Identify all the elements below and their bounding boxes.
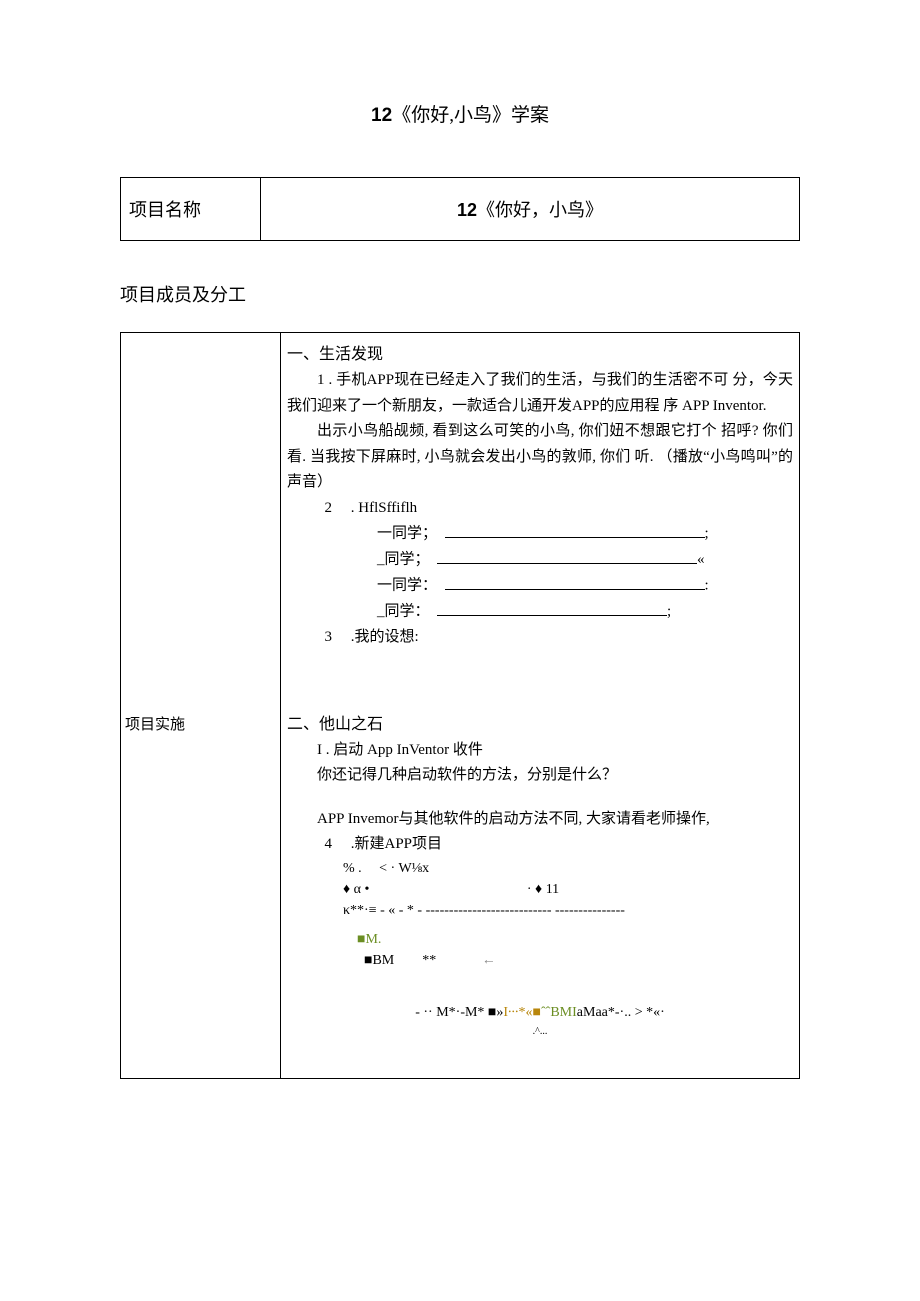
garble-line: ♦ α • · ♦ 11 bbox=[343, 879, 793, 900]
section1-heading: 一、生活发现 bbox=[287, 341, 793, 368]
project-title-num: 12 bbox=[457, 200, 477, 220]
table-row: 项目名称 12《你好，小鸟》 bbox=[121, 178, 800, 241]
project-name-value: 12《你好，小鸟》 bbox=[261, 178, 800, 241]
item3-text: .我的设想: bbox=[351, 629, 419, 645]
item3-num: 3 bbox=[325, 629, 333, 645]
student-line-3: 一同学： : bbox=[287, 573, 793, 599]
fill-blank[interactable] bbox=[437, 547, 697, 564]
student2-end: « bbox=[697, 552, 705, 568]
section2-q1: 你还记得几种启动软件的方法，分别是什么？ bbox=[287, 763, 793, 789]
item4-num: 4 bbox=[325, 836, 333, 852]
student-line-2: _同学； « bbox=[287, 547, 793, 573]
fill-blank[interactable] bbox=[445, 521, 705, 538]
section2-heading: 二、他山之石 bbox=[287, 711, 793, 738]
student4-label: _同学： bbox=[377, 604, 430, 620]
section1-para1: 1 . 手机APP现在已经走入了我们的生活，与我们的生活密不可 分，今天我们迎来… bbox=[287, 368, 793, 419]
garble-line: ■BM ** ← bbox=[357, 950, 793, 971]
content-cell: 一、生活发现 1 . 手机APP现在已经走入了我们的生活，与我们的生活密不可 分… bbox=[281, 333, 800, 1079]
student3-end: : bbox=[705, 578, 709, 594]
item4-text: .新建APP项目 bbox=[351, 836, 442, 852]
student2-label: _同学； bbox=[377, 552, 430, 568]
implementation-label: 项目实施 bbox=[121, 333, 281, 1079]
garble-frag: - ·· M*·-M* ■» bbox=[415, 1005, 503, 1020]
garble-frag: ♦ α • bbox=[343, 882, 369, 897]
garble-line: ■M. bbox=[357, 929, 793, 950]
section1-para2: 出示小鸟船觇频, 看到这么可笑的小鸟, 你们妞不想跟它打个 招呼? 你们看. 当… bbox=[287, 419, 793, 496]
student-line-1: 一同学； ; bbox=[287, 521, 793, 547]
student4-end: ; bbox=[667, 604, 671, 620]
diagram-area: % . < · W⅛x ♦ α • · ♦ 11 κ**·≡ - « - * -… bbox=[287, 858, 793, 971]
item-3: 3 .我的设想: bbox=[287, 625, 793, 651]
student-line-4: _同学： ; bbox=[287, 599, 793, 625]
item2-num: 2 bbox=[325, 500, 333, 516]
project-title-text: 《你好，小鸟》 bbox=[477, 200, 603, 220]
garble-frag: aMaa*-·.. > *«· bbox=[577, 1005, 665, 1020]
item-4: 4 .新建APP项目 bbox=[287, 832, 793, 858]
garble-frag: ← bbox=[482, 953, 496, 968]
garble-sub: .^... bbox=[287, 1023, 793, 1040]
fill-blank[interactable] bbox=[437, 599, 667, 616]
section2-item1: I . 启动 App InVentor 收件 bbox=[287, 738, 793, 764]
student1-end: ; bbox=[705, 526, 709, 542]
members-label: 项目成员及分工 bbox=[120, 281, 800, 307]
garble-frag: ** bbox=[422, 953, 436, 968]
title-text: 《你好,小鸟》学案 bbox=[392, 105, 549, 126]
document-title: 12《你好,小鸟》学案 bbox=[120, 100, 800, 127]
student1-label: 一同学； bbox=[377, 526, 437, 542]
title-number: 12 bbox=[371, 105, 392, 126]
center-garble: - ·· M*·-M* ■»I∙∙∙*«■ˆˆBMIaMaa*-·.. > *«… bbox=[287, 1001, 793, 1040]
garble-frag: I∙∙∙*«■ bbox=[503, 1005, 541, 1020]
garble-frag: ■BM bbox=[364, 953, 394, 968]
main-table: 项目实施 一、生活发现 1 . 手机APP现在已经走入了我们的生活，与我们的生活… bbox=[120, 332, 800, 1079]
table-row: 项目实施 一、生活发现 1 . 手机APP现在已经走入了我们的生活，与我们的生活… bbox=[121, 333, 800, 1079]
info-table: 项目名称 12《你好，小鸟》 bbox=[120, 177, 800, 241]
project-name-label: 项目名称 bbox=[121, 178, 261, 241]
garble-frag: ˆˆBMI bbox=[541, 1005, 577, 1020]
section2-para1: APP Invemor与其他软件的启动方法不同, 大家请看老师操作, bbox=[287, 807, 793, 833]
garble-line: % . < · W⅛x bbox=[343, 858, 793, 879]
item2-text: . HflSffiflh bbox=[351, 500, 417, 516]
garble-frag: · ♦ 11 bbox=[527, 882, 559, 897]
garble-line: κ**·≡ - « - * - ------------------------… bbox=[343, 900, 793, 921]
student3-label: 一同学： bbox=[377, 578, 437, 594]
item-2: 2 . HflSffiflh bbox=[287, 496, 793, 522]
fill-blank[interactable] bbox=[445, 573, 705, 590]
